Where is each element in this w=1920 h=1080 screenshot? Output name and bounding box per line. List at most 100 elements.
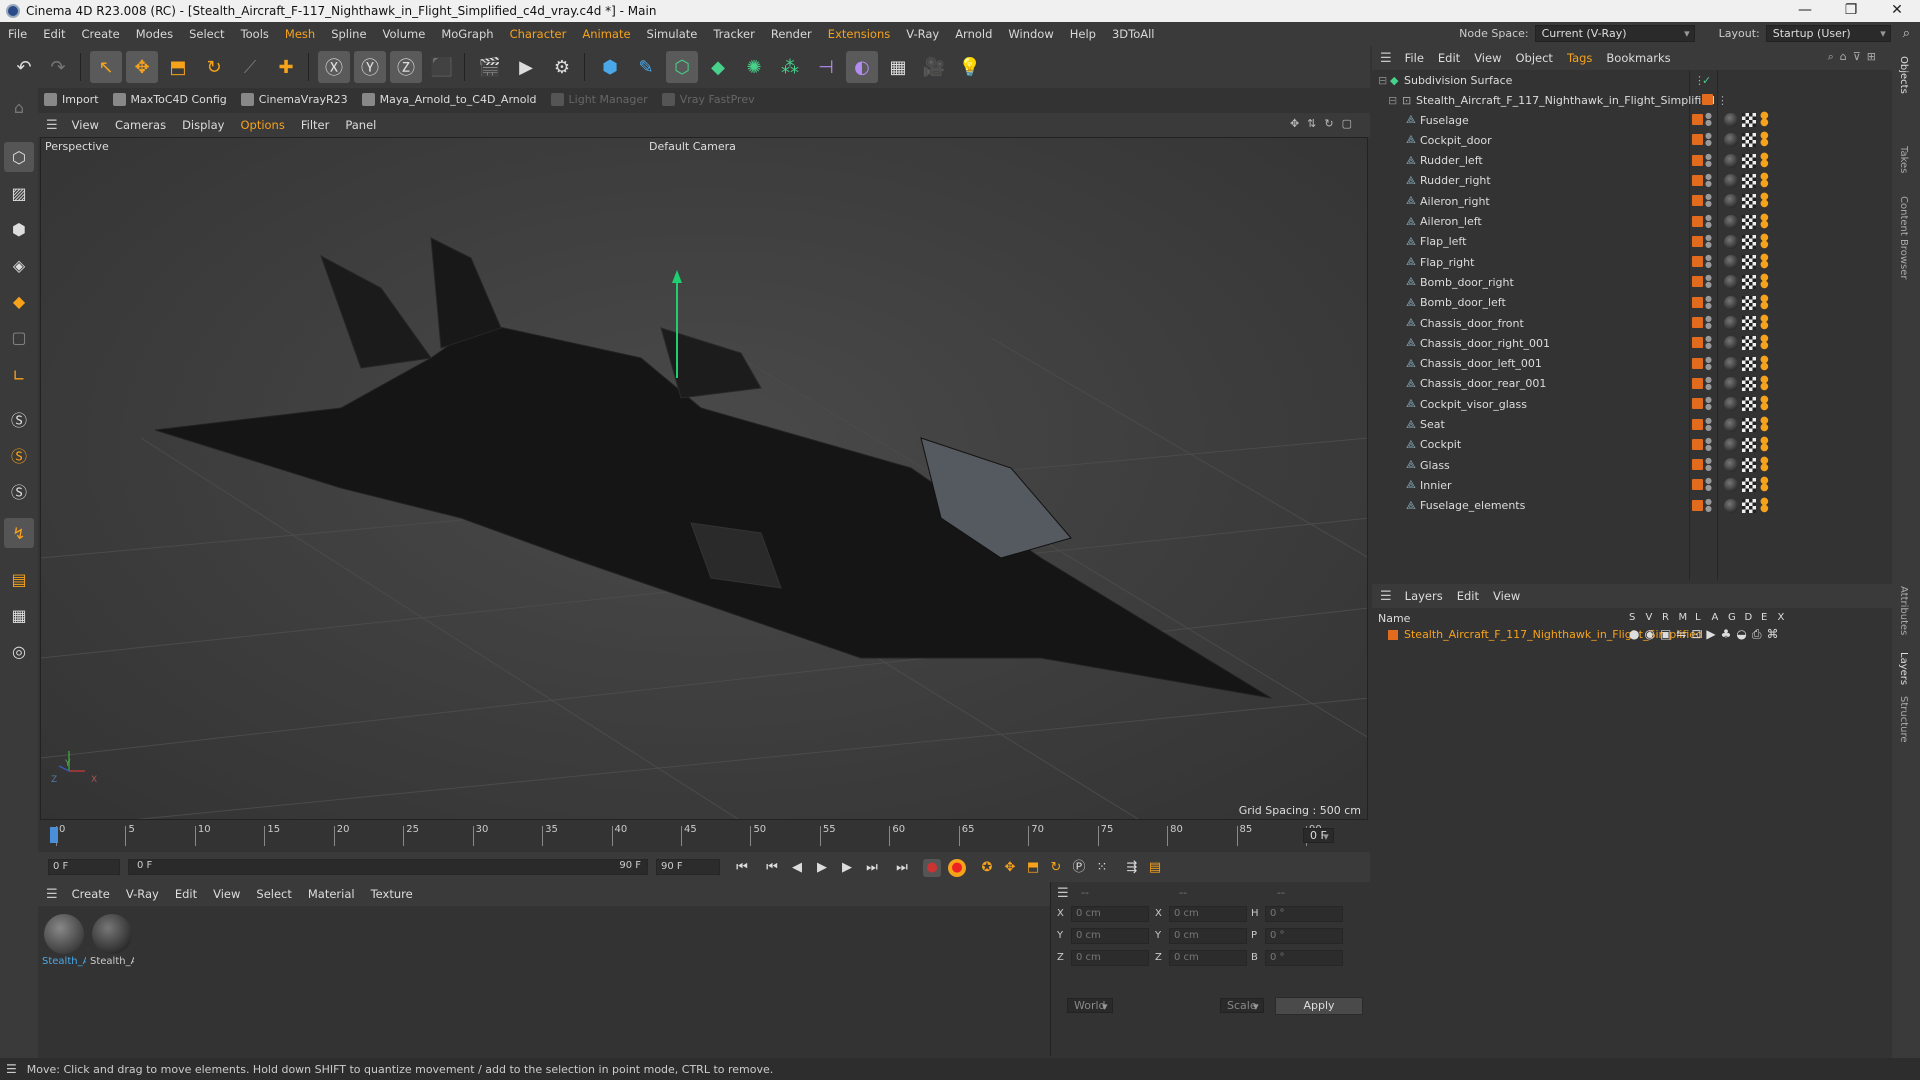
render-settings-icon[interactable]: ⚙: [546, 51, 578, 83]
enabled-check-icon[interactable]: ✓: [1702, 74, 1711, 87]
scale-key-icon[interactable]: ⬒: [1024, 859, 1042, 877]
material-tag-icon[interactable]: [1724, 214, 1738, 229]
object-row[interactable]: ⟁ Flap_right ● ● ● ●: [1372, 252, 1892, 272]
object-row[interactable]: ⟁ Chassis_door_front ● ● ● ●: [1372, 313, 1892, 333]
layer-color-dot[interactable]: [1692, 296, 1703, 308]
prev-key-icon[interactable]: ⏮: [763, 859, 781, 877]
visibility-dots[interactable]: ● ●: [1705, 355, 1712, 370]
layer-color-dot[interactable]: [1692, 195, 1703, 207]
material-tag-icon[interactable]: [1724, 498, 1738, 513]
uvw-tag-icon[interactable]: [1742, 214, 1756, 229]
uvw-tag-icon[interactable]: [1742, 397, 1756, 412]
visibility-dots[interactable]: ● ●: [1705, 375, 1712, 390]
phong-tag-icon[interactable]: ● ●: [1760, 171, 1770, 188]
tab-layers[interactable]: Layers: [1898, 652, 1909, 685]
visibility-dots[interactable]: ● ●: [1705, 457, 1712, 472]
layer-color-dot[interactable]: [1692, 479, 1703, 491]
layer-hamburger-icon[interactable]: ☰: [1380, 589, 1392, 604]
layer-color-dot[interactable]: [1692, 276, 1703, 288]
move-tool-icon[interactable]: ✥: [126, 51, 158, 83]
subdivision-surface-icon[interactable]: ⬡: [666, 51, 698, 83]
texture-mode-icon[interactable]: ▨: [4, 178, 34, 208]
uvw-tag-icon[interactable]: [1742, 437, 1756, 452]
camera-icon[interactable]: 🎥: [918, 51, 950, 83]
sculpt-icon[interactable]: ◎: [4, 636, 34, 666]
uvw-tag-icon[interactable]: [1742, 255, 1756, 270]
layer-color-dot[interactable]: [1692, 337, 1703, 349]
material-tag-icon[interactable]: [1724, 478, 1738, 493]
tab-content-browser[interactable]: Content Browser: [1898, 196, 1909, 279]
viewport-menu-options[interactable]: Options: [232, 118, 292, 132]
material-tag-icon[interactable]: [1724, 295, 1738, 310]
object-row[interactable]: ⟁ Rudder_left ● ● ● ●: [1372, 151, 1892, 171]
coord-rotation-field[interactable]: 0 °: [1265, 906, 1343, 922]
snap-settings-icon[interactable]: Ⓢ: [4, 440, 34, 470]
material-tag-icon[interactable]: [1724, 458, 1738, 473]
layer-flag-icons[interactable]: ●◉▣⇋⊡▶♣◒⎙⌘: [1629, 627, 1783, 642]
material-tag-icon[interactable]: [1724, 194, 1738, 209]
menu-simulate[interactable]: Simulate: [639, 27, 706, 41]
material-tag-icon[interactable]: [1724, 336, 1738, 351]
object-menu-object[interactable]: Object: [1508, 51, 1559, 65]
menu-file[interactable]: File: [0, 27, 35, 41]
layer-color-dot[interactable]: [1692, 174, 1703, 186]
parameter-key-icon[interactable]: Ⓟ: [1070, 859, 1088, 877]
material-menu-view[interactable]: View: [205, 887, 248, 901]
cube-primitive-icon[interactable]: ⬢: [594, 51, 626, 83]
layer-color-dot[interactable]: [1692, 114, 1703, 125]
menu-animate[interactable]: Animate: [574, 27, 638, 41]
tab-objects[interactable]: Objects: [1898, 56, 1909, 94]
layer-color-dot[interactable]: [1692, 398, 1703, 410]
material-tag-icon[interactable]: [1724, 316, 1738, 330]
recent-tools-icon[interactable]: ⟋: [234, 51, 266, 83]
coord-rotation-field[interactable]: 0 °: [1265, 950, 1343, 966]
layer-color-dot[interactable]: [1692, 154, 1703, 166]
grid-lock-icon[interactable]: ▦: [4, 600, 34, 630]
phong-tag-icon[interactable]: ● ●: [1760, 374, 1770, 391]
3d-viewport[interactable]: Perspective Default Camera Grid Spacing …: [40, 137, 1368, 820]
visibility-dots[interactable]: ● ●: [1705, 294, 1712, 309]
start-frame-field[interactable]: 0 F: [48, 859, 120, 875]
x-axis-lock-icon[interactable]: Ⓧ: [318, 51, 350, 83]
material-tag-icon[interactable]: [1724, 397, 1738, 412]
phong-tag-icon[interactable]: ● ●: [1760, 314, 1770, 331]
menu-edit[interactable]: Edit: [35, 27, 73, 41]
object-hamburger-icon[interactable]: ☰: [1380, 51, 1392, 66]
mograph-icon[interactable]: ⁂: [774, 51, 806, 83]
object-menu-edit[interactable]: Edit: [1431, 51, 1467, 65]
menu-modes[interactable]: Modes: [128, 27, 181, 41]
position-key-icon[interactable]: ✥: [1001, 859, 1019, 877]
layer-color-dot[interactable]: [1692, 134, 1703, 146]
phong-tag-icon[interactable]: ● ●: [1760, 496, 1770, 513]
uvw-tag-icon[interactable]: [1742, 295, 1756, 310]
material-tag-icon[interactable]: [1724, 376, 1738, 391]
visibility-dots[interactable]: ● ●: [1705, 315, 1712, 330]
menu-spline[interactable]: Spline: [323, 27, 374, 41]
material-menu-vray[interactable]: V-Ray: [118, 887, 167, 901]
prev-frame-icon[interactable]: ◀: [788, 859, 806, 877]
object-row[interactable]: ⟁ Bomb_door_left ● ● ● ●: [1372, 293, 1892, 313]
viewport-menu-view[interactable]: View: [64, 118, 107, 132]
phong-tag-icon[interactable]: ● ●: [1760, 476, 1770, 493]
goto-start-icon[interactable]: ⏮: [733, 859, 751, 877]
object-row[interactable]: ⟁ Rudder_right ● ● ● ●: [1372, 171, 1892, 191]
layer-color-dot[interactable]: [1692, 317, 1703, 328]
timeline-window-icon[interactable]: ▤: [1146, 859, 1164, 877]
viewport-menu-filter[interactable]: Filter: [293, 118, 337, 132]
object-row[interactable]: ⟁ Aileron_left ● ● ● ●: [1372, 212, 1892, 232]
visibility-dots[interactable]: ● ●: [1705, 193, 1712, 208]
object-row[interactable]: ⟁ Cockpit ● ● ● ●: [1372, 435, 1892, 455]
current-frame-field[interactable]: 0 F: [1303, 828, 1334, 843]
phong-tag-icon[interactable]: ● ●: [1760, 111, 1770, 128]
polygons-mode-icon[interactable]: ◆: [4, 286, 34, 316]
viewport-menu-cameras[interactable]: Cameras: [107, 118, 174, 132]
object-row-group[interactable]: ⊟ ⊡ Stealth_Aircraft_F_117_Nighthawk_in_…: [1372, 90, 1892, 110]
deformer-icon[interactable]: ⊣: [810, 51, 842, 83]
snap-workplane-icon[interactable]: Ⓢ: [4, 476, 34, 506]
visibility-dots[interactable]: ● ●: [1705, 436, 1712, 451]
layer-color-dot[interactable]: [1702, 94, 1713, 105]
scale-tool-icon[interactable]: ⬒: [162, 51, 194, 83]
next-frame-icon[interactable]: ▶: [838, 859, 856, 877]
redo-icon[interactable]: ↷: [42, 51, 74, 83]
layer-menu-layers[interactable]: Layers: [1398, 589, 1450, 603]
